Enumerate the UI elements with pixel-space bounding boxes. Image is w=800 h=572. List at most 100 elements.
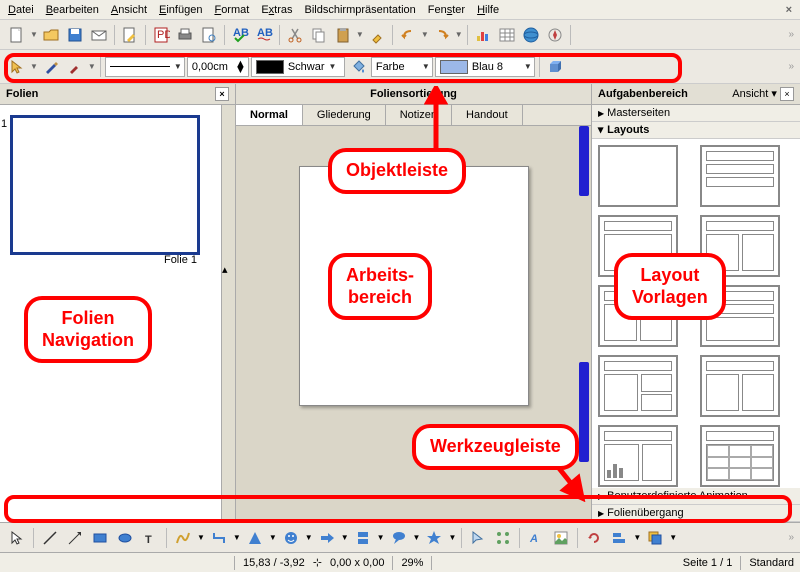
layout-item[interactable] [700,355,780,417]
menu-bildschirm[interactable]: Bildschirmpräsentation [305,4,416,16]
3d-effect-icon[interactable] [544,56,566,78]
view-tabs: Normal Gliederung Notizen Handout [236,105,591,126]
slides-scrollbar[interactable]: ▴ [221,105,235,522]
layout-item[interactable] [700,425,780,487]
from-file-icon[interactable] [550,527,572,549]
center-title: Foliensortierung [236,84,591,105]
tab-handout[interactable]: Handout [452,105,523,125]
basic-shapes-icon[interactable] [244,527,266,549]
pen-tool-icon[interactable] [40,56,62,78]
fill-type-dropdown[interactable]: Farbe▼ [371,57,433,77]
menu-hilfe[interactable]: Hilfe [477,4,499,16]
close-icon[interactable]: × [786,4,792,16]
ellipse-tool-icon[interactable] [114,527,136,549]
layout-item[interactable] [700,215,780,277]
slide-canvas[interactable] [299,166,529,406]
status-coords: 15,83 / -3,92 [243,557,305,569]
menu-ansicht[interactable]: Ansicht [111,4,147,16]
chart-icon[interactable] [472,24,494,46]
paste-icon[interactable] [332,24,354,46]
bucket-fill-icon[interactable] [347,56,369,78]
block-arrows-icon[interactable] [316,527,338,549]
menubar: Datei Bearbeiten Ansicht Einfügen Format… [0,0,800,20]
arrow-tool-icon[interactable] [6,56,28,78]
select-tool-icon[interactable] [6,527,28,549]
layout-item[interactable] [598,425,678,487]
layout-item[interactable] [598,145,678,207]
star-icon[interactable] [423,527,445,549]
edit-doc-icon[interactable] [119,24,141,46]
layout-item[interactable] [598,355,678,417]
section-transition[interactable]: ▶Folienübergang [592,505,800,522]
section-animation[interactable]: ▶Benutzerdefinierte Animation [592,488,800,505]
mail-icon[interactable] [88,24,110,46]
arrow-line-icon[interactable] [64,527,86,549]
smiley-icon[interactable] [280,527,302,549]
edit-points-icon[interactable] [467,527,489,549]
tab-notizen[interactable]: Notizen [386,105,452,125]
align-icon[interactable] [608,527,630,549]
undo-icon[interactable] [397,24,419,46]
pdf-icon[interactable]: PDF [150,24,172,46]
print-preview-icon[interactable] [198,24,220,46]
task-panel-header: Aufgabenbereich Ansicht ▾ × [592,84,800,105]
scrollbar-bottom[interactable] [579,362,589,462]
status-zoom[interactable]: 29% [401,557,423,569]
open-icon[interactable] [40,24,62,46]
slides-panel-title: Folien × [0,84,235,105]
layout-item[interactable] [598,215,678,277]
layout-item[interactable] [700,285,780,347]
section-masterseiten[interactable]: ▶Masterseiten [592,105,800,122]
rotate-icon[interactable] [583,527,605,549]
spellcheck-icon[interactable]: ABC [229,24,251,46]
print-icon[interactable] [174,24,196,46]
hyperlink-icon[interactable] [520,24,542,46]
slide-thumbnail[interactable]: 1 Folie 1 [10,115,200,255]
copy-icon[interactable] [308,24,330,46]
glue-points-icon[interactable] [492,527,514,549]
menu-format[interactable]: Format [214,4,249,16]
layout-item[interactable] [700,145,780,207]
section-layouts[interactable]: ▶Layouts [592,122,800,139]
task-close-icon[interactable]: × [780,87,794,101]
tab-gliederung[interactable]: Gliederung [303,105,386,125]
menu-datei[interactable]: Datei [8,4,34,16]
workspace-panel: Foliensortierung Normal Gliederung Notiz… [236,84,592,522]
menu-fenster[interactable]: Fenster [428,4,465,16]
line-color-dropdown[interactable]: Schwar▼ [251,57,345,77]
status-crosshair-icon: ⊹ [313,556,322,569]
tab-normal[interactable]: Normal [236,105,303,125]
arrange-icon[interactable] [644,527,666,549]
menu-einfuegen[interactable]: Einfügen [159,4,202,16]
rect-tool-icon[interactable] [89,527,111,549]
redo-icon[interactable] [431,24,453,46]
main-area: Folien × 1 Folie 1 ▴ Foliensortierung No… [0,84,800,522]
callout-icon[interactable] [388,527,410,549]
autospell-icon[interactable]: ABC [253,24,275,46]
fill-color-dropdown[interactable]: Blau 8▼ [435,57,535,77]
format-paint-icon[interactable] [366,24,388,46]
status-layout: Standard [749,557,794,569]
line-tool-icon[interactable] [39,527,61,549]
line-style-dropdown[interactable]: ▼ [105,57,185,77]
text-tool-icon[interactable]: T [139,527,161,549]
line-width-input[interactable]: 0,00cm▲▼ [187,57,249,77]
menu-bearbeiten[interactable]: Bearbeiten [46,4,99,16]
layouts-grid [592,139,800,488]
new-doc-icon[interactable] [6,24,28,46]
navigator-icon[interactable] [544,24,566,46]
save-icon[interactable] [64,24,86,46]
panel-close-icon[interactable]: × [215,87,229,101]
layout-item[interactable] [598,285,678,347]
flowchart-icon[interactable] [352,527,374,549]
connector-tool-icon[interactable] [208,527,230,549]
scrollbar-top[interactable] [579,126,589,196]
table-icon[interactable] [496,24,518,46]
cut-icon[interactable] [284,24,306,46]
fontwork-icon[interactable]: A [525,527,547,549]
object-toolbar: ▼ ▼ ▼ 0,00cm▲▼ Schwar▼ Farbe▼ Blau 8▼ » [0,50,800,84]
svg-text:T: T [145,534,152,546]
menu-extras[interactable]: Extras [261,4,292,16]
brush-icon[interactable] [64,56,86,78]
curve-tool-icon[interactable] [172,527,194,549]
